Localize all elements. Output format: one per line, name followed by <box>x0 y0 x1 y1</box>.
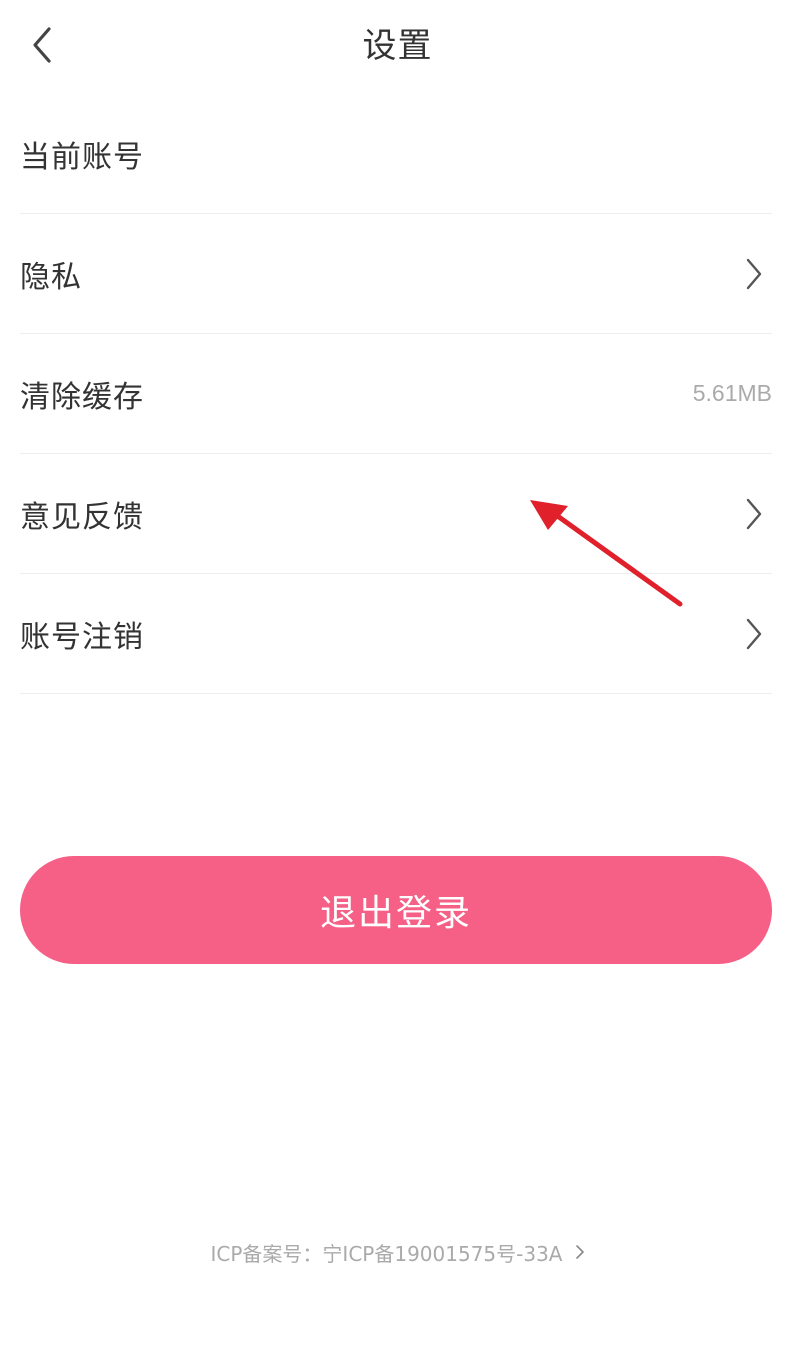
row-right <box>744 214 772 333</box>
logout-button[interactable]: 退出登录 <box>20 856 772 964</box>
header: 设置 <box>0 0 795 92</box>
chevron-right-icon <box>575 1243 585 1261</box>
settings-row-privacy[interactable]: 隐私 <box>20 214 772 334</box>
icp-link[interactable]: ICP备案号：宁ICP备19001575号-33A <box>0 1232 795 1272</box>
row-label: 当前账号 <box>20 139 144 175</box>
row-right <box>744 574 772 693</box>
row-right: 5.61MB <box>693 334 772 453</box>
settings-row-feedback[interactable]: 意见反馈 <box>20 454 772 574</box>
row-label: 意见反馈 <box>20 499 144 535</box>
row-label: 账号注销 <box>20 619 144 655</box>
chevron-right-icon <box>744 497 764 531</box>
settings-list: 当前账号 隐私 清除缓存 5.61MB 意见反馈 账号注销 <box>20 94 772 694</box>
icp-text: ICP备案号：宁ICP备19001575号-33A <box>210 1241 563 1266</box>
page-title: 设置 <box>362 26 433 66</box>
row-label: 隐私 <box>20 259 82 295</box>
settings-row-account-cancellation[interactable]: 账号注销 <box>20 574 772 694</box>
row-label: 清除缓存 <box>20 379 144 415</box>
settings-row-clear-cache[interactable]: 清除缓存 5.61MB <box>20 334 772 454</box>
chevron-right-icon <box>744 257 764 291</box>
cache-size-value: 5.61MB <box>692 380 772 406</box>
settings-row-current-account[interactable]: 当前账号 <box>20 94 772 214</box>
row-right <box>744 454 772 573</box>
chevron-right-icon <box>744 617 764 651</box>
